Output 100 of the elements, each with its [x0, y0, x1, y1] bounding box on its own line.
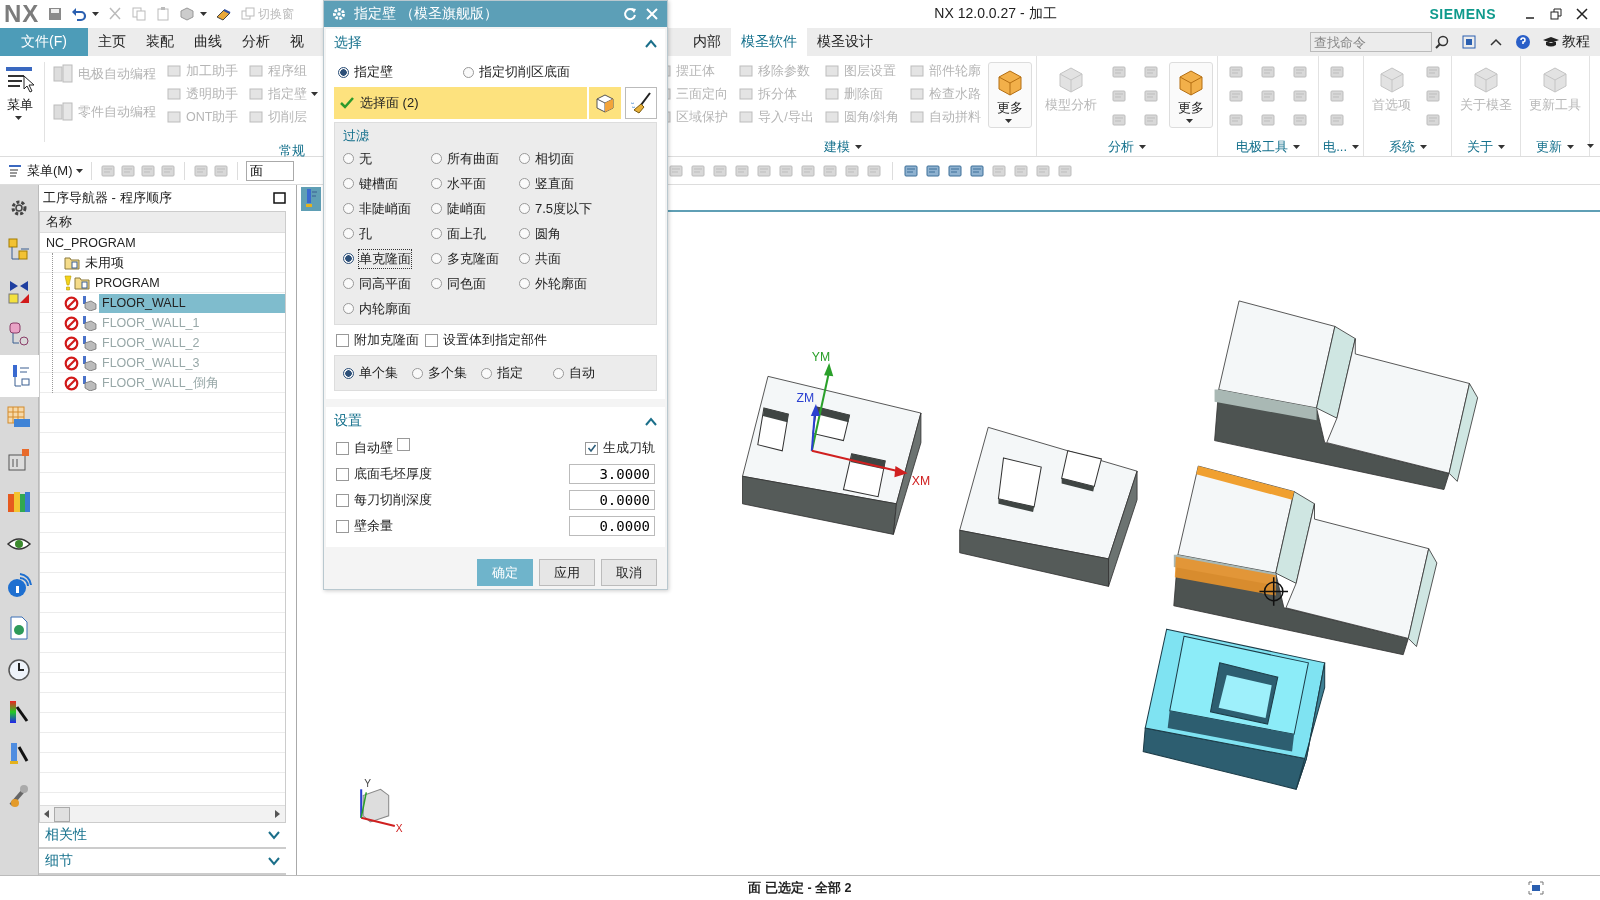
checkbox[interactable]: 底面毛坯厚度 [336, 465, 432, 483]
copy-icon[interactable] [131, 6, 148, 22]
scrollbar-thumb[interactable] [54, 806, 70, 822]
number-field[interactable]: 0.0000 [569, 490, 655, 510]
radio-button[interactable]: 水平面 [431, 174, 519, 193]
radio-indicator[interactable] [519, 203, 530, 214]
info-icon[interactable] [6, 573, 32, 599]
radio-button[interactable]: 外轮廓面 [519, 274, 648, 293]
radio-button[interactable]: 指定 [481, 364, 523, 382]
collapsible-section[interactable]: 相关性 [39, 823, 286, 849]
paste-icon[interactable] [155, 6, 172, 22]
checkbox[interactable]: 壁余量 [336, 517, 393, 535]
save-icon[interactable] [47, 6, 64, 22]
radio-indicator[interactable] [343, 203, 354, 214]
ribbon-button[interactable]: 更多 [1169, 62, 1214, 128]
radio-button[interactable]: 单个集 [343, 364, 398, 382]
radio-indicator[interactable] [519, 178, 530, 189]
radio-button[interactable]: 无 [343, 149, 431, 168]
maximize-icon[interactable] [273, 192, 286, 204]
machine-icon[interactable] [6, 447, 32, 473]
radio-button[interactable]: 同色面 [431, 274, 519, 293]
radio-button[interactable]: 单克隆面 [343, 249, 431, 268]
filter-field[interactable]: 面 [245, 160, 294, 181]
eye-icon[interactable] [6, 535, 32, 553]
radio-indicator[interactable] [412, 367, 423, 379]
radio-indicator[interactable] [431, 253, 442, 264]
database-icon[interactable] [7, 321, 31, 347]
radio-indicator[interactable] [463, 66, 474, 78]
ribbon-tab[interactable]: 曲线 [184, 28, 232, 56]
radio-button[interactable]: 共面 [519, 249, 648, 268]
radio-indicator[interactable] [343, 228, 354, 239]
checkbox[interactable]: 设置体到指定部件 [425, 331, 547, 349]
radio-button[interactable]: 7.5度以下 [519, 199, 648, 218]
radio-indicator[interactable] [519, 278, 530, 289]
tree-item[interactable]: NC_PROGRAM [43, 233, 285, 253]
close-icon[interactable] [1576, 8, 1588, 20]
radio-indicator[interactable] [553, 367, 564, 379]
color-bar-icon[interactable] [7, 699, 31, 725]
tool-path-icon[interactable] [304, 188, 318, 210]
checkbox[interactable]: 生成刀轨 [585, 439, 655, 457]
radio-button[interactable]: 孔 [343, 224, 431, 243]
tree-item[interactable]: 未用项 [82, 253, 285, 273]
settings-icon[interactable] [332, 7, 346, 21]
radio-button[interactable]: 圆角 [519, 224, 648, 243]
checkbox[interactable]: 每刀切削深度 [336, 491, 432, 509]
radio-indicator[interactable] [343, 367, 354, 379]
selection-step[interactable]: 选择面 (2) [334, 87, 587, 119]
radio-button[interactable]: 内轮廓面 [343, 299, 431, 318]
number-field[interactable]: 0.0000 [569, 516, 655, 536]
search-field[interactable]: 查找命令 [1310, 32, 1432, 52]
tutorial-link[interactable]: 教程 [1543, 33, 1590, 51]
clock-icon[interactable] [7, 658, 31, 682]
radio-button[interactable]: 自动 [553, 364, 595, 382]
hierarchy-icon[interactable] [7, 237, 31, 263]
restore-icon[interactable] [1550, 8, 1562, 20]
radio-indicator[interactable] [431, 178, 442, 189]
radio-button[interactable]: 多个集 [412, 364, 467, 382]
radio-indicator[interactable] [343, 178, 354, 189]
radio-indicator[interactable] [519, 153, 530, 164]
cube-icon[interactable] [179, 6, 196, 22]
radio-indicator[interactable] [431, 203, 442, 214]
radio-button[interactable]: 指定壁 [338, 63, 393, 81]
section-header[interactable]: 设置 [334, 407, 657, 435]
mirror-icon[interactable] [7, 279, 31, 305]
arrow-right-icon[interactable] [275, 810, 281, 818]
radio-indicator[interactable] [431, 153, 442, 164]
arrow-left-icon[interactable] [44, 810, 50, 818]
dialog-button[interactable]: 取消 [601, 559, 657, 586]
scissors-icon[interactable] [107, 6, 124, 22]
radio-button[interactable]: 竖直面 [519, 174, 648, 193]
section-header[interactable]: 选择 [334, 29, 657, 57]
tree-item[interactable]: PROGRAM [92, 273, 285, 293]
menu-button[interactable]: 菜单(M) [8, 161, 83, 180]
ribbon-tab[interactable]: 主页 [88, 28, 136, 56]
document-icon[interactable] [8, 615, 30, 641]
brush-button[interactable] [625, 87, 657, 119]
wrench-icon[interactable] [7, 783, 31, 809]
select-object-button[interactable] [589, 87, 621, 119]
radio-button[interactable]: 多克隆面 [431, 249, 519, 268]
radio-indicator[interactable] [431, 228, 442, 239]
ribbon-tab[interactable]: 模圣软件 [731, 28, 807, 56]
radio-indicator[interactable] [481, 367, 492, 379]
radio-indicator[interactable] [519, 253, 530, 264]
tree-item[interactable]: FLOOR_WALL [99, 293, 285, 313]
fullscreen-icon[interactable] [1461, 34, 1477, 50]
radio-indicator[interactable] [343, 153, 354, 164]
ribbon-tab[interactable]: 装配 [136, 28, 184, 56]
ribbon-tab[interactable]: 模圣设计 [807, 28, 883, 56]
radio-button[interactable]: 同高平面 [343, 274, 431, 293]
number-field[interactable]: 3.0000 [569, 464, 655, 484]
radio-indicator[interactable] [343, 303, 354, 314]
tool-icon[interactable] [7, 741, 31, 767]
column-header[interactable]: 名称 [40, 212, 285, 233]
books-icon[interactable] [6, 489, 32, 515]
radio-indicator[interactable] [338, 66, 349, 78]
radio-indicator[interactable] [343, 278, 354, 289]
radio-indicator[interactable] [519, 228, 530, 239]
radio-button[interactable]: 非陡峭面 [343, 199, 431, 218]
ribbon-button[interactable]: 更多 [988, 62, 1033, 128]
fit-view-icon[interactable] [1528, 881, 1544, 895]
